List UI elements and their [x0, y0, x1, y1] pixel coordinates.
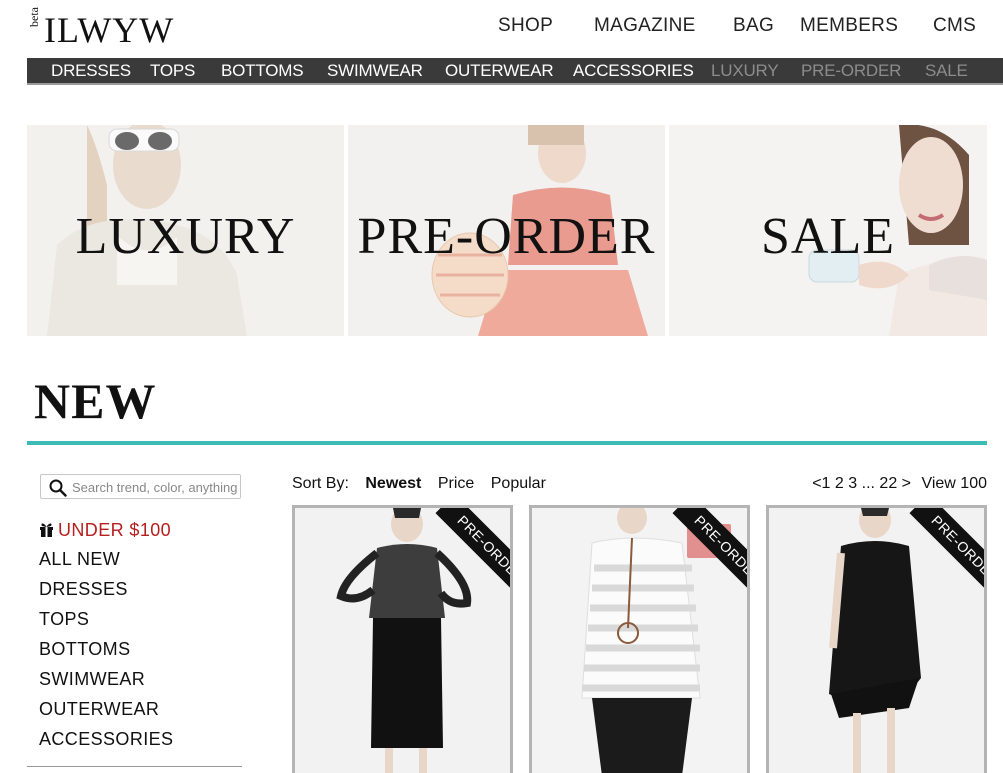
gift-icon: [40, 523, 53, 537]
product-card[interactable]: PRE-ORDER: [529, 505, 750, 773]
sidebar-item-swimwear[interactable]: SWIMWEAR: [39, 669, 145, 690]
search-input[interactable]: [72, 478, 238, 496]
banner-sale-label: SALE: [761, 208, 895, 265]
sidebar-item-under-100[interactable]: UNDER $100: [39, 520, 171, 541]
sidebar-item-accessories[interactable]: ACCESSORIES: [39, 729, 173, 750]
category-luxury[interactable]: LUXURY: [711, 61, 779, 81]
category-outerwear[interactable]: OUTERWEAR: [445, 61, 554, 81]
pagination-page-1[interactable]: 1: [822, 475, 831, 492]
banner-luxury[interactable]: LUXURY: [27, 125, 344, 336]
pagination: <1 2 3 ... 22 > View 100: [812, 475, 987, 493]
sidebar-item-tops[interactable]: TOPS: [39, 609, 89, 630]
pagination-page-22[interactable]: 22: [879, 475, 897, 492]
pre-order-badge: PRE-ORDER: [672, 508, 747, 598]
category-accessories[interactable]: ACCESSORIES: [573, 61, 694, 81]
nav-cms[interactable]: CMS: [933, 15, 976, 37]
category-tops[interactable]: TOPS: [150, 61, 195, 81]
sidebar-item-outerwear[interactable]: OUTERWEAR: [39, 699, 159, 720]
view-100-link[interactable]: View 100: [921, 475, 987, 492]
pre-order-ribbon: PRE-ORDER: [420, 508, 510, 598]
nav-bag[interactable]: BAG: [733, 15, 774, 37]
banner-luxury-label: LUXURY: [75, 208, 296, 265]
pre-order-ribbon: PRE-ORDER: [894, 508, 984, 598]
pagination-page-3[interactable]: 3: [848, 475, 857, 492]
sort-popular[interactable]: Popular: [491, 475, 546, 492]
logo-wordmark: ILWYW: [44, 10, 175, 50]
logo-beta-label: beta: [27, 7, 41, 27]
product-card[interactable]: PRE-ORDER: [766, 505, 987, 773]
sort-price[interactable]: Price: [438, 475, 474, 492]
search-icon: [49, 479, 67, 497]
section-divider: [27, 441, 987, 445]
product-card[interactable]: PRE-ORDER: [292, 505, 513, 773]
nav-members[interactable]: MEMBERS: [800, 15, 898, 37]
category-pre-order[interactable]: PRE-ORDER: [801, 61, 901, 81]
pre-order-badge: PRE-ORDER: [435, 508, 510, 598]
sidebar-item-dresses[interactable]: DRESSES: [39, 579, 128, 600]
sort-bar: Sort By: Newest Price Popular: [292, 475, 558, 493]
sidebar-item-label: UNDER $100: [58, 520, 172, 540]
category-sale[interactable]: SALE: [925, 61, 968, 81]
section-title: NEW: [34, 373, 157, 429]
sidebar-item-bottoms[interactable]: BOTTOMS: [39, 639, 130, 660]
banner-pre-order[interactable]: PRE-ORDER: [348, 125, 665, 336]
pagination-next[interactable]: >: [902, 475, 911, 492]
pre-order-badge: PRE-ORDER: [909, 508, 984, 598]
sort-label: Sort By:: [292, 475, 349, 492]
banner-sale[interactable]: SALE: [669, 125, 987, 336]
nav-shop[interactable]: SHOP: [498, 15, 553, 37]
banner-pre-order-label: PRE-ORDER: [357, 208, 656, 265]
sidebar-item-all-new[interactable]: ALL NEW: [39, 549, 120, 570]
category-swimwear[interactable]: SWIMWEAR: [327, 61, 423, 81]
pagination-page-2[interactable]: 2: [835, 475, 844, 492]
category-bottoms[interactable]: BOTTOMS: [221, 61, 304, 81]
pre-order-ribbon: PRE-ORDER: [657, 508, 747, 598]
category-bar: DRESSES TOPS BOTTOMS SWIMWEAR OUTERWEAR …: [27, 58, 1003, 85]
sort-newest[interactable]: Newest: [365, 475, 421, 492]
search-box[interactable]: [40, 474, 241, 499]
nav-magazine[interactable]: MAGAZINE: [594, 15, 696, 37]
pagination-ellipsis: ...: [861, 475, 875, 492]
sidebar-divider: [27, 766, 242, 767]
pagination-prev[interactable]: <: [812, 475, 821, 492]
category-dresses[interactable]: DRESSES: [51, 61, 131, 81]
